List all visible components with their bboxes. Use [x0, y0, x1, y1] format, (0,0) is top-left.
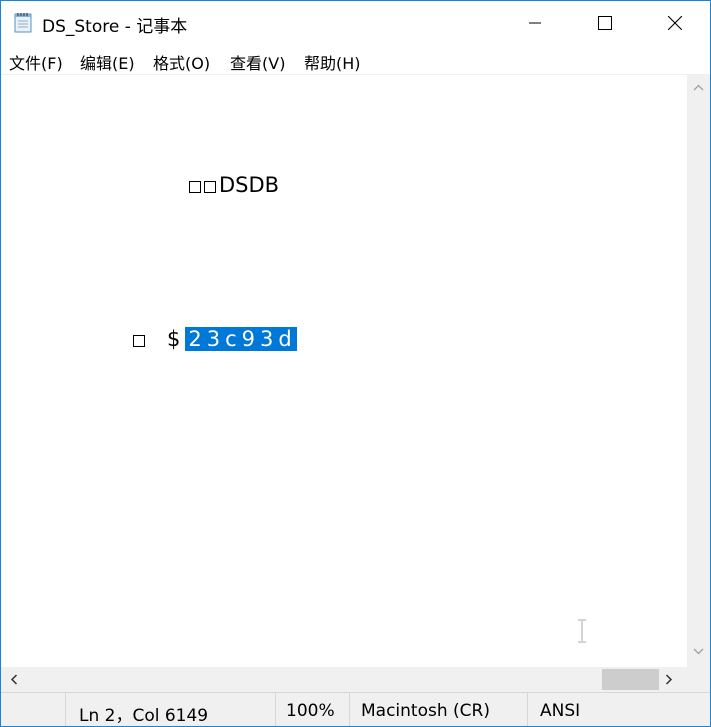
horizontal-scroll-thumb[interactable]: [602, 669, 659, 690]
menu-help[interactable]: 帮助(H): [304, 50, 361, 74]
unprintable-char-box: [189, 181, 201, 193]
minimize-button[interactable]: [500, 1, 570, 45]
menu-bar: 文件(F) 编辑(E) 格式(O) 查看(V) 帮助(H): [1, 45, 710, 75]
status-encoding: ANSI: [527, 693, 710, 726]
window-title: DS_Store - 记事本: [42, 17, 188, 37]
scrollbar-corner: [687, 667, 710, 692]
vertical-scrollbar[interactable]: [687, 75, 710, 667]
status-position: Ln 2，Col 6149: [65, 693, 275, 726]
status-line-ending: Macintosh (CR): [349, 693, 527, 726]
close-button[interactable]: [640, 1, 710, 45]
scroll-up-icon[interactable]: [693, 84, 704, 91]
minimize-icon: [529, 22, 541, 24]
status-bar: Ln 2，Col 6149 100% Macintosh (CR) ANSI: [1, 692, 710, 726]
unprintable-char-box: [133, 335, 145, 347]
text-editor[interactable]: DSDB $23c93d: [1, 75, 687, 667]
menu-edit[interactable]: 编辑(E): [80, 50, 135, 74]
text-cursor-icon: [578, 619, 586, 643]
text-line-2: $23c93d: [133, 327, 297, 351]
unprintable-char-box: [204, 181, 216, 193]
close-icon: [668, 16, 682, 30]
title-bar[interactable]: DS_Store - 记事本: [1, 1, 710, 45]
notepad-icon: [14, 12, 32, 33]
scroll-down-icon[interactable]: [693, 648, 704, 655]
text-line-1: DSDB: [189, 173, 279, 197]
menu-format[interactable]: 格式(O): [153, 50, 210, 74]
line1-text: DSDB: [219, 173, 280, 197]
scroll-right-icon[interactable]: [665, 674, 673, 685]
scroll-left-icon[interactable]: [10, 674, 18, 685]
notepad-window: DS_Store - 记事本 文件(F) 编辑(E) 格式(O) 查看(V) 帮…: [0, 0, 711, 727]
line2-prefix: $: [167, 327, 181, 351]
maximize-button[interactable]: [570, 1, 640, 45]
horizontal-scrollbar[interactable]: [1, 667, 687, 692]
menu-view[interactable]: 查看(V): [230, 50, 285, 74]
menu-file[interactable]: 文件(F): [9, 50, 63, 74]
selected-text[interactable]: 23c93d: [185, 327, 297, 351]
status-zoom: 100%: [275, 693, 349, 726]
maximize-icon: [598, 16, 612, 30]
